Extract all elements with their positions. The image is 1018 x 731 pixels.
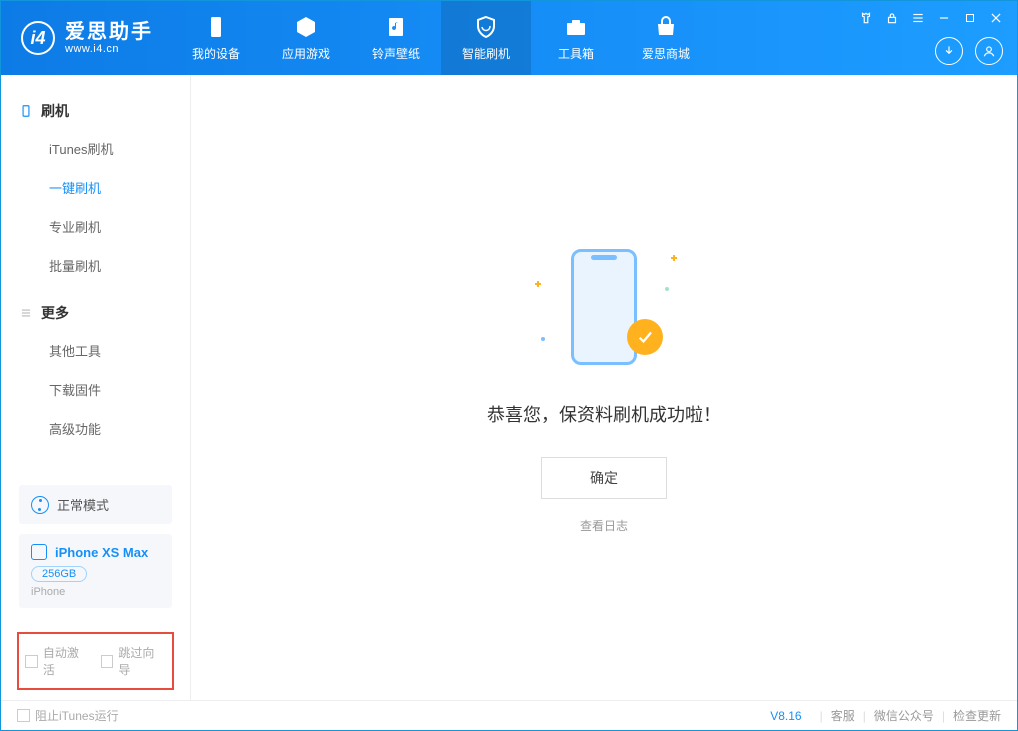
shirt-icon[interactable]: [857, 9, 875, 27]
minimize-button[interactable]: [935, 9, 953, 27]
phone-icon: [204, 15, 228, 39]
toolbox-icon: [564, 15, 588, 39]
nav-store[interactable]: 爱思商城: [621, 1, 711, 75]
sidebar: 刷机 iTunes刷机 一键刷机 专业刷机 批量刷机 更多 其他工具 下载固件 …: [1, 75, 191, 700]
device-card[interactable]: iPhone XS Max 256GB iPhone: [19, 534, 172, 608]
device-type: iPhone: [31, 586, 160, 598]
checkbox-block-itunes[interactable]: 阻止iTunes运行: [17, 707, 119, 724]
header: i4 爱思助手 www.i4.cn 我的设备 应用游戏 铃声壁纸 智能刷机: [1, 1, 1017, 75]
checkbox-icon: [25, 655, 38, 668]
maximize-button[interactable]: [961, 9, 979, 27]
main-nav: 我的设备 应用游戏 铃声壁纸 智能刷机 工具箱 爱思商城: [171, 1, 711, 75]
menu-icon[interactable]: [909, 9, 927, 27]
device-name: iPhone XS Max: [55, 545, 148, 560]
device-storage: 256GB: [31, 566, 87, 582]
user-button[interactable]: [975, 37, 1003, 65]
checkbox-auto-activate[interactable]: 自动激活: [25, 644, 91, 678]
main-content: 恭喜您，保资料刷机成功啦！ 确定 查看日志: [191, 75, 1017, 700]
device-card-icon: [31, 544, 47, 560]
phone-graphic: [571, 249, 637, 365]
app-window: i4 爱思助手 www.i4.cn 我的设备 应用游戏 铃声壁纸 智能刷机: [0, 0, 1018, 731]
logo-area: i4 爱思助手 www.i4.cn: [1, 1, 171, 75]
checkbox-icon: [17, 709, 30, 722]
nav-my-device[interactable]: 我的设备: [171, 1, 261, 75]
nav-ringtones[interactable]: 铃声壁纸: [351, 1, 441, 75]
refresh-shield-icon: [474, 15, 498, 39]
body: 刷机 iTunes刷机 一键刷机 专业刷机 批量刷机 更多 其他工具 下载固件 …: [1, 75, 1017, 700]
check-badge-icon: [627, 319, 663, 355]
footer-link-update[interactable]: 检查更新: [953, 707, 1001, 724]
sidebar-item-pro-flash[interactable]: 专业刷机: [1, 207, 190, 246]
sparkle-icon: [671, 255, 677, 261]
nav-smart-flash[interactable]: 智能刷机: [441, 1, 531, 75]
sidebar-section-flash: 刷机 iTunes刷机 一键刷机 专业刷机 批量刷机: [1, 93, 190, 285]
sparkle-icon: [535, 281, 541, 287]
nav-apps-games[interactable]: 应用游戏: [261, 1, 351, 75]
success-illustration: [539, 241, 669, 371]
sidebar-item-other-tools[interactable]: 其他工具: [1, 331, 190, 370]
nav-toolbox[interactable]: 工具箱: [531, 1, 621, 75]
sidebar-bottom: 正常模式 iPhone XS Max 256GB iPhone: [1, 485, 190, 632]
footer-link-wechat[interactable]: 微信公众号: [874, 707, 934, 724]
window-controls: [857, 9, 1005, 27]
dot-icon: [665, 287, 669, 291]
sidebar-item-download-firmware[interactable]: 下载固件: [1, 370, 190, 409]
header-action-icons: [935, 37, 1003, 65]
music-icon: [384, 15, 408, 39]
app-title: 爱思助手: [65, 21, 153, 43]
sidebar-head-more: 更多: [1, 295, 190, 331]
sidebar-section-more: 更多 其他工具 下载固件 高级功能: [1, 295, 190, 448]
version-label: V8.16: [770, 709, 801, 723]
sidebar-item-oneclick-flash[interactable]: 一键刷机: [1, 168, 190, 207]
logo-icon: i4: [21, 21, 55, 55]
confirm-button[interactable]: 确定: [541, 457, 667, 499]
close-button[interactable]: [987, 9, 1005, 27]
shop-icon: [654, 15, 678, 39]
mode-icon: [31, 496, 49, 514]
download-button[interactable]: [935, 37, 963, 65]
sidebar-item-itunes-flash[interactable]: iTunes刷机: [1, 129, 190, 168]
checkbox-skip-guide[interactable]: 跳过向导: [101, 644, 167, 678]
view-log-link[interactable]: 查看日志: [580, 517, 628, 534]
footer: 阻止iTunes运行 V8.16 | 客服 | 微信公众号 | 检查更新: [1, 700, 1017, 730]
checkbox-icon: [101, 655, 114, 668]
mode-indicator[interactable]: 正常模式: [19, 485, 172, 524]
sidebar-head-flash: 刷机: [1, 93, 190, 129]
app-subtitle: www.i4.cn: [65, 43, 153, 55]
sidebar-item-advanced[interactable]: 高级功能: [1, 409, 190, 448]
success-message: 恭喜您，保资料刷机成功啦！: [487, 401, 721, 427]
lock-icon[interactable]: [883, 9, 901, 27]
cube-icon: [294, 15, 318, 39]
footer-link-support[interactable]: 客服: [831, 707, 855, 724]
options-highlight: 自动激活 跳过向导: [17, 632, 174, 690]
dot-icon: [541, 337, 545, 341]
device-icon: [19, 104, 33, 118]
sidebar-item-batch-flash[interactable]: 批量刷机: [1, 246, 190, 285]
list-icon: [19, 306, 33, 320]
